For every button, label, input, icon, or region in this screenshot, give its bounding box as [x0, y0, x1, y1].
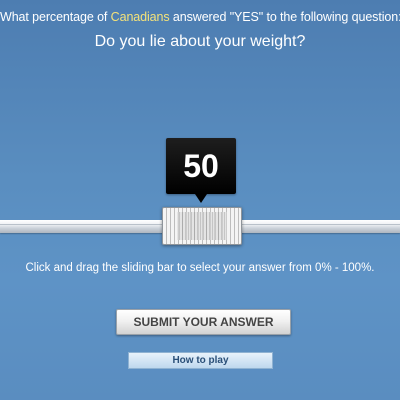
slider-value-label: 50 — [183, 148, 219, 184]
value-bubble: 50 — [166, 138, 236, 203]
question-prefix: What percentage of — [0, 10, 111, 24]
submit-answer-button[interactable]: SUBMIT YOUR ANSWER — [116, 309, 291, 335]
question-intro: What percentage of Canadians answered "Y… — [0, 10, 400, 24]
slider-handle[interactable] — [162, 207, 242, 245]
instruction-text: Click and drag the sliding bar to select… — [25, 262, 375, 274]
grip-icon — [177, 212, 227, 240]
question-text: Do you lie about your weight? — [94, 33, 306, 50]
question-country: Canadians — [110, 10, 170, 24]
how-to-play-button[interactable]: How to play — [128, 352, 273, 369]
question-suffix: answered "YES" to the following question… — [169, 10, 400, 24]
